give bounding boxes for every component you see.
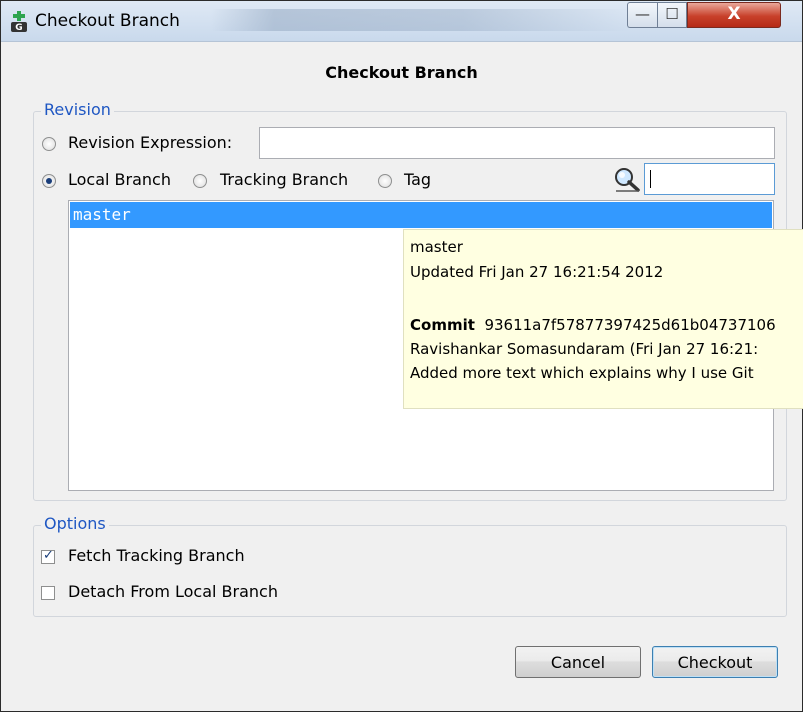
tooltip-branch-name: master (410, 238, 463, 256)
minimize-icon: — (635, 5, 650, 23)
tooltip-commit-label: Commit (410, 316, 475, 334)
cancel-button[interactable]: Cancel (515, 646, 641, 678)
options-group (33, 525, 787, 617)
window-title: Checkout Branch (35, 11, 180, 31)
title-bar-background-blur (211, 9, 631, 31)
revision-expression-input[interactable] (259, 127, 775, 159)
list-item[interactable]: master (70, 202, 772, 228)
revision-expression-label: Revision Expression: (68, 133, 233, 152)
tooltip-commit-line: Commit 93611a7f57877397425d61b04737106 (410, 316, 776, 334)
maximize-icon: ☐ (665, 5, 679, 23)
local-branch-label[interactable]: Local Branch (68, 170, 171, 189)
tag-radio[interactable] (378, 174, 392, 188)
close-icon: X (727, 4, 741, 24)
fetch-tracking-label[interactable]: Fetch Tracking Branch (68, 546, 245, 565)
detach-local-label[interactable]: Detach From Local Branch (68, 582, 278, 601)
magnifier-icon[interactable] (613, 167, 641, 193)
tag-label[interactable]: Tag (404, 170, 431, 189)
close-button[interactable]: X (687, 2, 781, 28)
tooltip-updated: Updated Fri Jan 27 16:21:54 2012 (410, 263, 664, 281)
dialog-title: Checkout Branch (325, 63, 478, 82)
branch-name: master (73, 205, 131, 224)
title-bar[interactable]: G Checkout Branch — ☐ X (1, 1, 802, 42)
tooltip-message: Added more text which explains why I use… (410, 364, 754, 382)
tooltip-commit-hash: 93611a7f57877397425d61b04737106 (484, 316, 776, 334)
maximize-button[interactable]: ☐ (657, 2, 687, 28)
tracking-branch-radio[interactable] (193, 174, 207, 188)
fetch-tracking-checkbox[interactable] (41, 548, 55, 564)
branch-filter-input[interactable] (644, 163, 775, 195)
detach-local-checkbox[interactable] (41, 586, 55, 600)
tooltip-author: Ravishankar Somasundaram (Fri Jan 27 16:… (410, 340, 759, 358)
checkout-branch-window: G Checkout Branch — ☐ X Checkout Branch … (0, 0, 803, 712)
git-app-icon: G (11, 11, 27, 33)
text-caret (650, 170, 651, 188)
options-legend: Options (41, 514, 109, 533)
local-branch-radio[interactable] (42, 174, 56, 188)
revision-expression-radio[interactable] (42, 137, 56, 151)
checkout-button[interactable]: Checkout (652, 646, 778, 678)
tracking-branch-label[interactable]: Tracking Branch (220, 170, 348, 189)
revision-legend: Revision (41, 100, 114, 119)
svg-text:G: G (15, 23, 22, 33)
minimize-button[interactable]: — (627, 2, 657, 28)
branch-tooltip: master Updated Fri Jan 27 16:21:54 2012 … (403, 229, 803, 409)
